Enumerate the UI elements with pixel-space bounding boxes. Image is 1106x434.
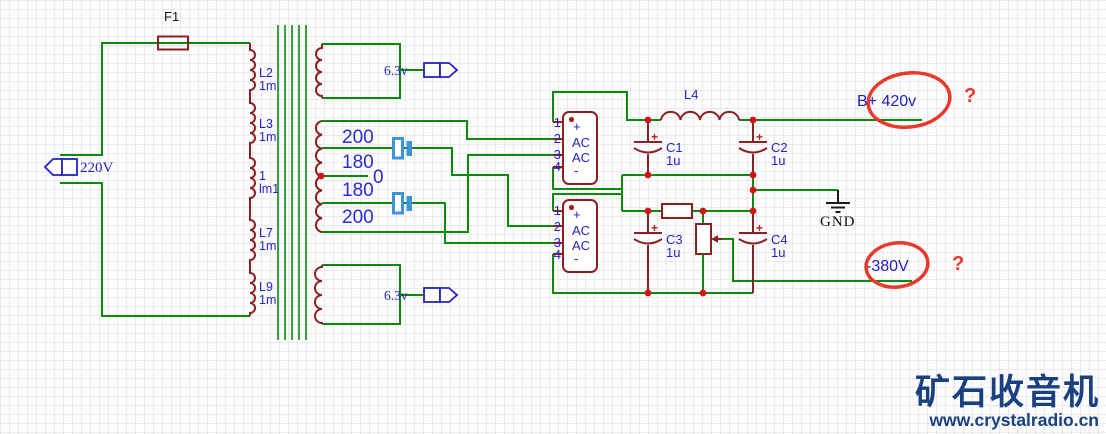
transformer-core bbox=[277, 25, 307, 340]
bridge-pin-label: 2 bbox=[554, 219, 561, 234]
winding-ref: L2 bbox=[259, 66, 273, 80]
schematic-canvas: 1 2 3 4 + AC AC - 1 2 3 4 + AC AC - F1 2… bbox=[43, 9, 1100, 430]
bridge-mark: - bbox=[574, 251, 578, 266]
right-arrow-port-icon bbox=[439, 287, 459, 303]
bridge-rectifier-lower: 1 2 3 4 + AC AC - bbox=[553, 199, 598, 273]
fuse-ref-label: F1 bbox=[164, 9, 179, 24]
hv-tap-label: 0 bbox=[373, 167, 384, 188]
cap-polarity: + bbox=[756, 221, 763, 235]
bridge-pin-label: 2 bbox=[554, 131, 561, 146]
output-neg-label: -380V bbox=[866, 258, 909, 275]
right-arrow-port-icon bbox=[439, 62, 459, 78]
winding-val: 1m bbox=[259, 130, 276, 144]
capacitor-c2 bbox=[738, 120, 768, 175]
choke-ref-label: L4 bbox=[684, 87, 698, 102]
watermark-title: 矿石收音机 bbox=[915, 372, 1100, 412]
cap-polarity: + bbox=[651, 221, 658, 235]
choke-l4 bbox=[660, 110, 740, 121]
bridge-mark: + bbox=[573, 119, 581, 134]
winding-val: 1m bbox=[259, 79, 276, 93]
cap-val: 1u bbox=[771, 245, 785, 260]
winding-ref: L3 bbox=[259, 117, 273, 131]
hv-tap-label: 180 bbox=[342, 180, 374, 201]
winding-ref: L9 bbox=[259, 280, 273, 294]
winding-val: 1m bbox=[259, 239, 276, 253]
watermark: 矿石收音机 www.crystalradio.cn bbox=[915, 372, 1100, 430]
wiper-arrow-icon bbox=[711, 235, 718, 243]
cap-val: 1u bbox=[666, 245, 680, 260]
heater-connector-top bbox=[423, 62, 459, 78]
cap-polarity: + bbox=[651, 130, 658, 144]
capacitor-c1 bbox=[633, 120, 663, 175]
cap-val: 1u bbox=[771, 153, 785, 168]
winding-val: lm1 bbox=[259, 182, 279, 196]
heater-voltage-label: 6.3v bbox=[384, 63, 408, 78]
bridge-mark: + bbox=[573, 207, 581, 222]
bridge-pin-label: 1 bbox=[554, 115, 561, 130]
ground-symbol bbox=[826, 190, 850, 213]
secondary-windings bbox=[314, 44, 323, 324]
mains-connector-220v bbox=[43, 158, 78, 176]
primary-winding bbox=[249, 43, 256, 316]
question-mark-pos: ? bbox=[964, 85, 976, 107]
hv-tap-label: 200 bbox=[342, 207, 374, 228]
wires bbox=[60, 42, 922, 325]
schematic-image: 1 2 3 4 + AC AC - 1 2 3 4 + AC AC - F1 2… bbox=[0, 0, 1106, 434]
winding-ref: L7 bbox=[259, 226, 273, 240]
hv-tap-label: 180 bbox=[342, 152, 374, 173]
bridge-pin-label: 4 bbox=[554, 159, 561, 174]
potentiometer bbox=[695, 223, 722, 255]
question-mark-neg: ? bbox=[952, 253, 964, 275]
bridge-pin-label: 4 bbox=[554, 247, 561, 262]
bridge-mark: - bbox=[574, 163, 578, 178]
hv-tap-label: 200 bbox=[342, 127, 374, 148]
left-arrow-port-icon bbox=[43, 158, 63, 176]
bridge-rectifier-upper: 1 2 3 4 + AC AC - bbox=[553, 111, 598, 185]
winding-val: 1m bbox=[259, 293, 276, 307]
output-pos-label: B+ 420v bbox=[857, 93, 916, 110]
tap-capacitor-top bbox=[392, 137, 412, 160]
bridge-mark: AC bbox=[572, 223, 590, 238]
bridge-pin-label: 1 bbox=[554, 203, 561, 218]
bleeder-resistor bbox=[661, 203, 693, 219]
tap-capacitor-bottom bbox=[392, 192, 412, 215]
watermark-url: www.crystalradio.cn bbox=[928, 410, 1099, 430]
cap-val: 1u bbox=[666, 153, 680, 168]
mains-label: 220V bbox=[80, 160, 114, 176]
bridge-mark: AC bbox=[572, 135, 590, 150]
heater-voltage-label: 6.3v bbox=[384, 288, 408, 303]
heater-connector-bottom bbox=[423, 287, 459, 303]
cap-polarity: + bbox=[756, 130, 763, 144]
winding-ref: 1 bbox=[259, 169, 266, 183]
gnd-label: GND bbox=[820, 214, 856, 230]
